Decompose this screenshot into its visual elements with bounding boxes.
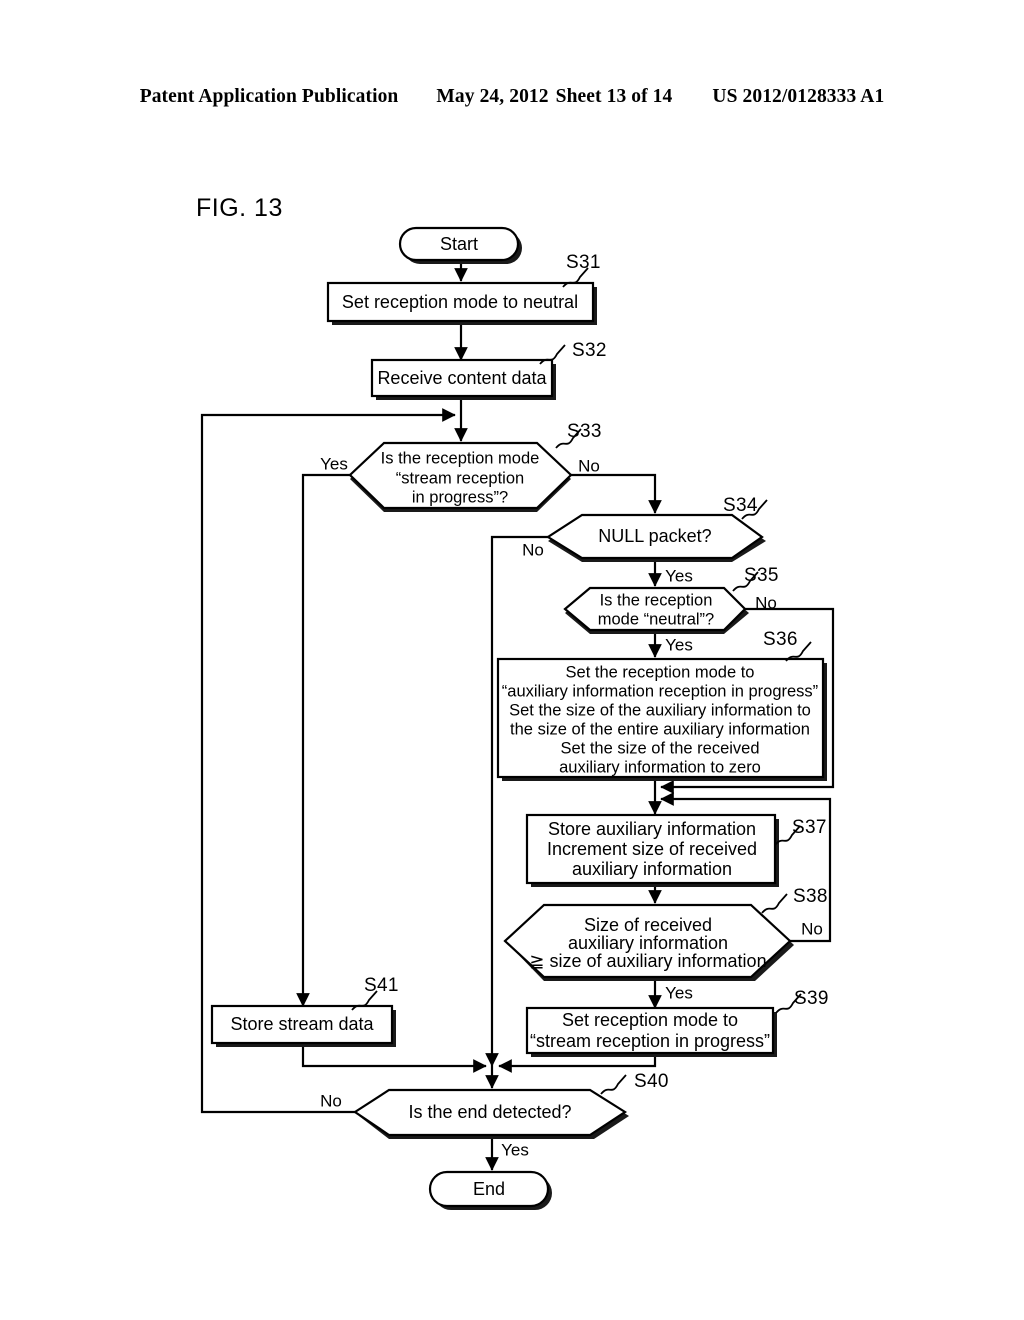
branch-label-s38-yes: Yes <box>665 983 693 1002</box>
node-start-label: Start <box>440 234 478 254</box>
node-s40: Is the end detected? S40 No Yes <box>320 1071 669 1159</box>
node-s40-line1: Is the end detected? <box>408 1102 571 1122</box>
node-s31-line1: Set reception mode to neutral <box>342 292 578 312</box>
node-s36-line2: “auxiliary information reception in prog… <box>502 682 818 700</box>
edge-s34-no-to-merge <box>485 535 548 1067</box>
node-s35-line1: Is the reception <box>600 591 713 609</box>
step-id-s31: S31 <box>566 252 601 273</box>
node-s35-line2: mode “neutral”? <box>598 610 714 628</box>
node-s38-line2: auxiliary information <box>568 933 728 953</box>
branch-label-s35-no: No <box>755 593 777 612</box>
flowchart-figure-13: Start Set reception mode to neutral S31 … <box>200 226 835 1210</box>
step-id-s35: S35 <box>744 565 779 586</box>
node-s41: Store stream data S41 <box>210 975 399 1047</box>
node-s36-line3: Set the size of the auxiliary informatio… <box>509 701 811 719</box>
node-s33-line3: in progress”? <box>412 488 508 506</box>
step-id-s36: S36 <box>763 629 798 650</box>
node-s37-line1: Store auxiliary information <box>548 819 756 839</box>
node-s38: Size of received auxiliary information ≧… <box>503 886 828 1002</box>
step-id-s37: S37 <box>792 817 827 838</box>
edge-s33-yes-to-s41 <box>296 473 350 1007</box>
node-s39-line1: Set reception mode to <box>562 1010 738 1030</box>
node-s34-line1: NULL packet? <box>598 526 711 546</box>
node-s32-line1: Receive content data <box>377 368 547 388</box>
patent-page: Patent Application Publication May 24, 2… <box>0 0 1024 1320</box>
node-s38-line1: Size of received <box>584 915 712 935</box>
edge-s33-no-to-s34 <box>567 473 662 514</box>
branch-label-s40-no: No <box>320 1091 342 1110</box>
node-start: Start <box>398 226 522 264</box>
node-s39-line2: “stream reception in progress” <box>530 1031 770 1051</box>
branch-label-s38-no: No <box>801 919 823 938</box>
step-id-s33: S33 <box>567 421 602 442</box>
branch-label-s40-yes: Yes <box>501 1140 529 1159</box>
node-s36-line6: auxiliary information to zero <box>559 758 761 776</box>
branch-label-s34-yes: Yes <box>665 566 693 585</box>
node-s36-line1: Set the reception mode to <box>566 663 755 681</box>
node-s36-line5: Set the size of the received <box>560 739 759 757</box>
node-s38-line3: ≧ size of auxiliary information <box>529 951 766 971</box>
node-s36-line4: the size of the entire auxiliary informa… <box>510 720 810 738</box>
node-s37-line2: Increment size of received <box>547 839 757 859</box>
step-id-s38: S38 <box>793 886 828 907</box>
step-id-s39: S39 <box>794 988 829 1009</box>
step-id-s32: S32 <box>572 340 607 361</box>
node-s36: Set the reception mode to “auxiliary inf… <box>496 629 827 781</box>
node-s37-line3: auxiliary information <box>572 859 732 879</box>
branch-label-s34-no: No <box>522 540 544 559</box>
node-s33-line1: Is the reception mode <box>381 449 540 467</box>
edge-s41-to-merge <box>301 1047 487 1073</box>
branch-label-s33-no: No <box>578 456 600 475</box>
step-id-s40: S40 <box>634 1071 669 1092</box>
branch-label-s35-yes: Yes <box>665 635 693 654</box>
node-s41-line1: Store stream data <box>230 1014 374 1034</box>
step-id-s41: S41 <box>364 975 399 996</box>
node-end: End <box>428 1170 552 1210</box>
node-s37: Store auxiliary information Increment si… <box>525 813 827 887</box>
node-s32: Receive content data S32 <box>370 340 607 400</box>
node-end-label: End <box>473 1179 505 1199</box>
node-s33-line2: “stream reception <box>396 469 524 487</box>
step-id-s34: S34 <box>723 495 758 516</box>
branch-label-s33-yes: Yes <box>320 454 348 473</box>
node-s34: NULL packet? S34 No Yes <box>522 495 768 585</box>
